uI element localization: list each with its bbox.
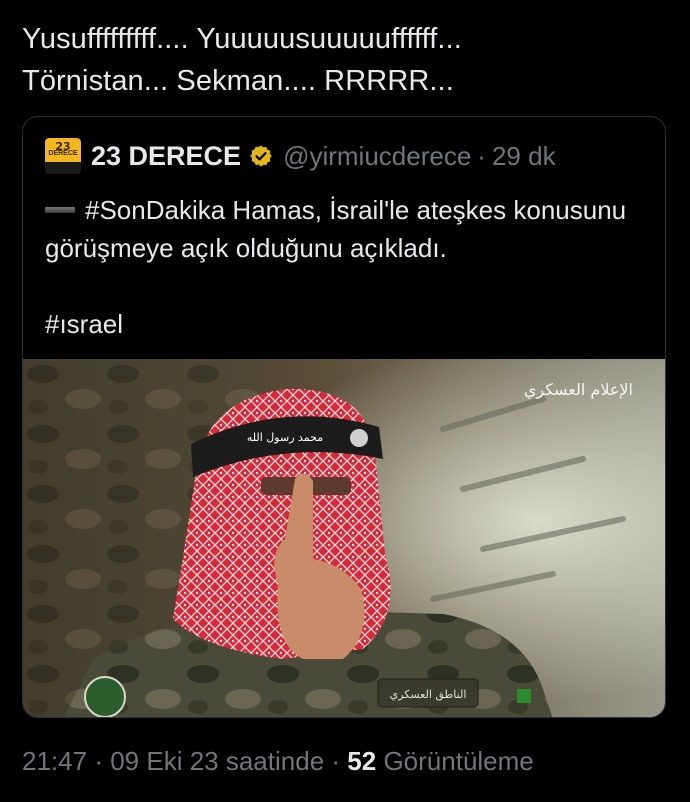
separator-dot: · <box>331 746 341 776</box>
separator-dot: · <box>477 140 486 171</box>
post-date[interactable]: 09 Eki 23 saatinde <box>110 746 324 776</box>
separator-dot: · <box>94 746 103 776</box>
quoted-handle[interactable]: @yirmiucderece <box>283 141 471 172</box>
avatar-logo-word: DERECE <box>48 150 78 157</box>
uniform-patch-text: الناطق العسكري <box>390 688 467 702</box>
quoted-tweet-body: #SonDakika Hamas, İsrail'le ateşkes konu… <box>45 191 655 343</box>
hashtag-link[interactable]: #ısrael <box>45 305 655 343</box>
dash-emoji-icon <box>45 207 75 214</box>
verified-badge-icon <box>250 145 272 167</box>
quoted-display-name[interactable]: 23 DERECE <box>91 141 241 172</box>
quoted-tweet-line: #SonDakika Hamas, İsrail'le ateşkes konu… <box>45 191 655 267</box>
quoted-timestamp[interactable]: 29 dk <box>492 141 556 172</box>
avatar[interactable]: 23 DERECE <box>45 138 81 174</box>
quoted-tweet-media[interactable]: الإعلام العسكري محمد رسول الله الناطق ال… <box>23 359 665 717</box>
views-count: 52 <box>347 746 377 776</box>
quoted-tweet-text: #SonDakika Hamas, İsrail'le ateşkes konu… <box>45 195 627 263</box>
media-photo: الإعلام العسكري محمد رسول الله الناطق ال… <box>23 359 665 717</box>
tweet-footer: 21:47 · 09 Eki 23 saatinde · 52 Görüntül… <box>22 746 534 777</box>
quoted-tweet-card[interactable]: 23 DERECE 23 DERECE @yirmiucderece · 29 … <box>22 116 666 718</box>
views-label: Görüntüleme <box>383 746 534 776</box>
tweet-text: Yusufffffffff.... Yuuuuusuuuuuffffff... … <box>22 23 462 97</box>
avatar-logo-bottom <box>45 162 81 174</box>
headband-text: محمد رسول الله <box>247 431 323 444</box>
quoted-tweet-header: 23 DERECE 23 DERECE @yirmiucderece · 29 … <box>45 138 556 174</box>
media-watermark: الإعلام العسكري <box>524 380 633 400</box>
post-time[interactable]: 21:47 <box>22 746 87 776</box>
